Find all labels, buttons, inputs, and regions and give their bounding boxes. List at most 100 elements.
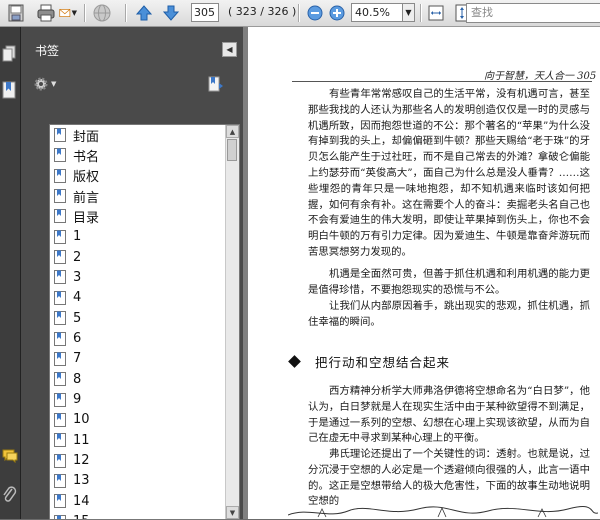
scroll-thumb[interactable] bbox=[227, 139, 237, 161]
bookmark-item[interactable]: 14 bbox=[50, 491, 226, 511]
bookmark-icon bbox=[54, 148, 66, 163]
print-icon[interactable] bbox=[35, 3, 57, 23]
new-bookmark-icon[interactable] bbox=[207, 76, 225, 97]
collapse-panel-icon[interactable]: ◀ bbox=[222, 42, 237, 57]
bookmark-icon bbox=[54, 290, 66, 305]
separator bbox=[84, 4, 85, 22]
bookmark-label: 14 bbox=[73, 493, 90, 509]
bookmark-label: 13 bbox=[73, 473, 90, 489]
bookmark-icon bbox=[54, 250, 66, 265]
bookmarks-panel-icon[interactable] bbox=[2, 81, 17, 99]
footer-ornament bbox=[288, 506, 598, 518]
section-paragraph-2: 弗氏理论还提出了一个关键性的词：透射。也就是说，过分沉浸于空想的人必定是一个透避… bbox=[308, 448, 590, 508]
bookmarks-list: 15 14 13 12 11 10 9 8 7 6 5 4 3 2 1 目录 前言 版权 书名 封面 ▲ ▼ bbox=[49, 124, 240, 520]
bookmark-icon bbox=[54, 494, 66, 509]
bookmark-icon bbox=[54, 229, 66, 244]
bookmark-label: 6 bbox=[73, 331, 82, 346]
bookmark-label: 11 bbox=[73, 432, 90, 448]
save-icon[interactable] bbox=[4, 3, 28, 23]
panel-tools: ▼ bbox=[33, 76, 56, 96]
separator bbox=[125, 4, 126, 22]
bookmark-label: 9 bbox=[73, 392, 82, 408]
bookmark-icon bbox=[54, 331, 66, 346]
zoom-dropdown-icon[interactable]: ▼ bbox=[403, 3, 415, 22]
bookmark-label: 10 bbox=[73, 412, 90, 428]
running-head: 向于智慧，天人合一 305 bbox=[484, 71, 597, 82]
bookmark-icon bbox=[54, 351, 66, 366]
paragraph-3: 让我们从内部原因着手，跳出现实的悲观，抓住机遇，抓住幸福的瞬间。 bbox=[308, 300, 590, 328]
page-number-input[interactable]: 305 bbox=[191, 3, 219, 22]
attachments-icon[interactable] bbox=[2, 485, 17, 503]
paragraph-2: 机遇是全面然可贵，但善于抓住机遇和利用机遇的能力更是值得珍惜，不要抱怨现实的恐慌… bbox=[308, 268, 590, 296]
pages-panel-icon[interactable] bbox=[2, 45, 17, 63]
section-title: 把行动和空想结合起来 bbox=[315, 355, 451, 370]
bookmark-icon bbox=[54, 412, 66, 427]
bookmark-item[interactable]: 11 bbox=[50, 430, 226, 450]
diamond-bullet-icon bbox=[288, 355, 301, 368]
bookmark-icon bbox=[54, 270, 66, 285]
bookmark-item[interactable]: 8 bbox=[50, 369, 226, 389]
search-input[interactable]: 查找 bbox=[466, 3, 600, 23]
bookmark-item[interactable]: 封面 bbox=[50, 125, 226, 145]
bookmark-icon bbox=[54, 392, 66, 407]
bookmark-item[interactable]: 5 bbox=[50, 308, 226, 328]
bookmark-icon bbox=[54, 168, 66, 183]
bookmark-label: 封面 bbox=[73, 129, 100, 145]
bookmark-label: 版权 bbox=[73, 170, 100, 186]
bookmark-item[interactable]: 前言 bbox=[50, 186, 226, 206]
globe-icon[interactable] bbox=[90, 3, 114, 23]
page-count: ( 323 / 326 ) bbox=[228, 5, 297, 18]
next-page-icon[interactable] bbox=[160, 3, 182, 23]
bookmark-item[interactable]: 3 bbox=[50, 267, 226, 287]
bookmark-label: 12 bbox=[73, 453, 90, 469]
bookmark-item[interactable]: 12 bbox=[50, 451, 226, 471]
bookmark-item[interactable]: 9 bbox=[50, 390, 226, 410]
bookmark-label: 15 bbox=[73, 514, 90, 519]
bookmark-icon bbox=[54, 189, 66, 204]
bookmark-item[interactable]: 10 bbox=[50, 410, 226, 430]
comments-icon[interactable] bbox=[2, 449, 18, 467]
bookmark-icon bbox=[54, 372, 66, 387]
bookmark-label: 8 bbox=[73, 371, 82, 387]
panel-title: 书签 bbox=[35, 44, 60, 58]
section-heading: 把行动和空想结合起来 bbox=[288, 352, 451, 371]
zoom-level-input[interactable]: 40.5% bbox=[351, 3, 403, 22]
section-paragraph-1: 西方精神分析学大师弗洛伊德将空想命名为“白日梦”，他认为，白日梦就是人在现实生活… bbox=[308, 385, 590, 445]
previous-page-icon[interactable] bbox=[133, 3, 155, 23]
bookmark-label: 5 bbox=[73, 310, 82, 326]
bookmark-label: 1 bbox=[73, 229, 82, 245]
bookmark-item[interactable]: 13 bbox=[50, 471, 226, 491]
bookmark-item[interactable]: 目录 bbox=[50, 206, 226, 226]
separator bbox=[298, 4, 299, 22]
panel-header: 书签 ◀ bbox=[21, 39, 243, 61]
fit-width-icon[interactable] bbox=[426, 3, 446, 23]
bookmark-item[interactable]: 7 bbox=[50, 349, 226, 369]
bookmark-label: 前言 bbox=[73, 190, 100, 206]
scroll-down-icon[interactable]: ▼ bbox=[226, 506, 239, 519]
scroll-up-icon[interactable]: ▲ bbox=[226, 125, 239, 138]
zoom-in-icon[interactable] bbox=[328, 3, 346, 23]
bookmark-item[interactable]: 书名 bbox=[50, 145, 226, 165]
scrollbar[interactable]: ▲ ▼ bbox=[225, 125, 239, 519]
bookmark-label: 3 bbox=[73, 269, 82, 285]
bookmark-item[interactable]: 1 bbox=[50, 227, 226, 247]
email-icon[interactable]: ▼ bbox=[59, 3, 77, 23]
bookmark-item[interactable]: 6 bbox=[50, 329, 226, 349]
bookmark-label: 2 bbox=[73, 249, 82, 265]
bookmarks-panel: 书签 ◀ ▼ 15 14 13 12 11 10 9 8 7 6 5 4 3 2 1 目录 前言 版权 书名 封面 ▲… bbox=[21, 27, 243, 520]
paragraph-1: 有些青年常常感叹自己的生活平常，没有机遇可言，甚至那些我找的人还认为那些名人的发… bbox=[308, 88, 590, 258]
bookmark-item[interactable]: 2 bbox=[50, 247, 226, 267]
bookmark-label: 书名 bbox=[73, 149, 100, 165]
navigation-rail bbox=[0, 27, 21, 519]
bookmark-item[interactable]: 4 bbox=[50, 288, 226, 308]
document-page: 向于智慧，天人合一 305 有些青年常常感叹自己的生活平常，没有机遇可言，甚至那… bbox=[248, 27, 600, 519]
main-toolbar: ▼ 305 ( 323 / 326 ) 40.5% ▼ 查找 bbox=[0, 0, 600, 27]
bookmark-icon bbox=[54, 311, 66, 326]
separator bbox=[420, 4, 421, 22]
bookmark-icon bbox=[54, 453, 66, 468]
bookmark-item[interactable]: 版权 bbox=[50, 166, 226, 186]
bookmark-icon bbox=[54, 514, 66, 519]
bookmark-icon bbox=[54, 128, 66, 142]
options-gear-icon[interactable]: ▼ bbox=[33, 76, 56, 92]
zoom-out-icon[interactable] bbox=[306, 3, 324, 23]
